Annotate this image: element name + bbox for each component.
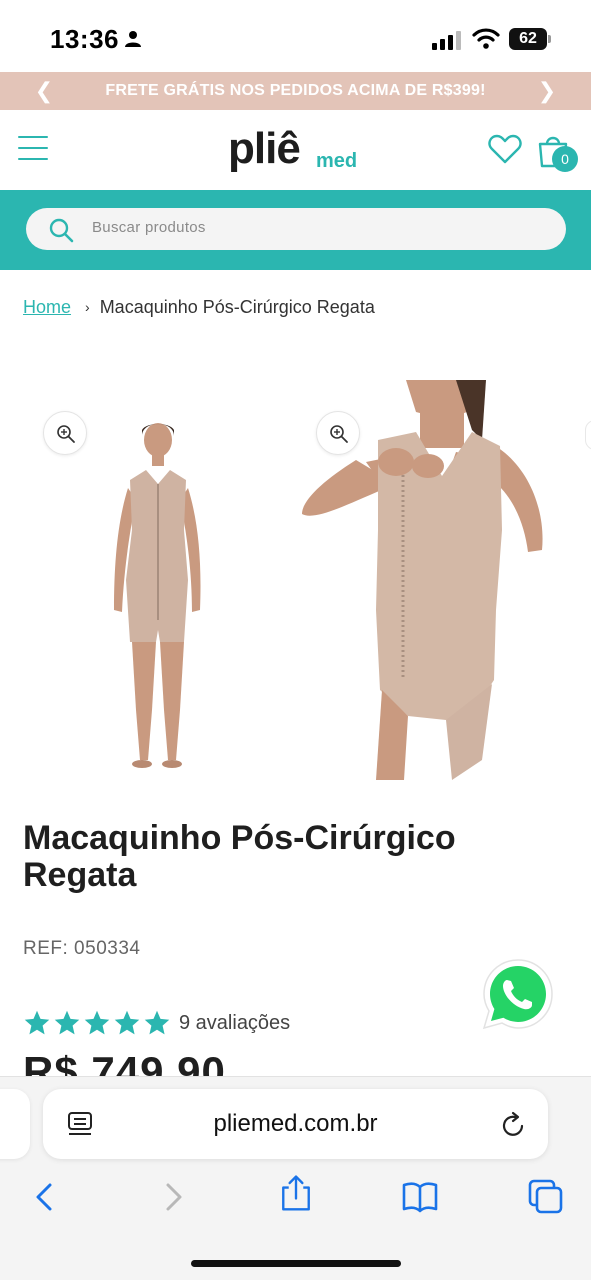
product-rating[interactable]: 9 avaliações — [23, 1008, 290, 1038]
chevron-left-icon[interactable]: ❮ — [32, 78, 56, 104]
breadcrumb-current: Macaquinho Pós-Cirúrgico Regata — [99, 296, 375, 317]
battery-icon: 62 — [509, 28, 551, 50]
whatsapp-icon[interactable] — [480, 956, 556, 1032]
promo-bar: ❮ FRETE GRÁTIS NOS PEDIDOS ACIMA DE R$39… — [0, 72, 591, 110]
star-icon — [84, 1010, 110, 1035]
menu-icon[interactable] — [18, 136, 48, 162]
url-text: pliemed.com.br — [213, 1110, 378, 1137]
signal-icon — [432, 31, 461, 50]
star-icon — [114, 1010, 140, 1035]
status-time: 13:36 — [50, 24, 119, 54]
product-gallery — [0, 380, 591, 800]
back-icon[interactable] — [26, 1177, 66, 1217]
search-input[interactable]: Buscar produtos — [26, 208, 566, 250]
breadcrumb-separator: › — [85, 299, 90, 315]
zoom-button[interactable] — [316, 411, 360, 455]
cart-count-badge[interactable]: 0 — [552, 146, 578, 172]
product-title: Macaquinho Pós-Cirúrgico Regata — [23, 819, 456, 894]
home-indicator[interactable] — [191, 1260, 401, 1267]
status-bar: 13:36 62 — [0, 0, 591, 72]
bookmarks-icon[interactable] — [400, 1177, 440, 1217]
logo-sub: med — [316, 150, 358, 172]
star-icon — [144, 1010, 170, 1035]
zoom-in-icon — [330, 425, 348, 443]
search-placeholder: Buscar produtos — [92, 219, 206, 236]
chevron-right-icon[interactable]: ❯ — [535, 78, 559, 104]
product-ref: REF: 050334 — [23, 938, 141, 959]
star-icon — [24, 1010, 50, 1035]
reviews-count[interactable]: 9 avaliações — [179, 1012, 290, 1035]
address-bar[interactable]: pliemed.com.br — [43, 1089, 548, 1159]
tabs-icon[interactable] — [526, 1177, 566, 1217]
logo-main: pliê — [228, 124, 301, 173]
person-icon — [125, 31, 141, 47]
forward-icon[interactable] — [152, 1177, 192, 1217]
browser-toolbar: pliemed.com.br — [0, 1076, 591, 1280]
zoom-in-icon — [57, 425, 75, 443]
breadcrumb-home-link[interactable]: Home — [23, 297, 71, 318]
site-header: pliê med — [0, 110, 591, 190]
star-icon — [54, 1010, 80, 1035]
logo[interactable]: pliê med — [228, 124, 368, 180]
promo-text: FRETE GRÁTIS NOS PEDIDOS ACIMA DE R$399! — [105, 82, 486, 99]
search-icon[interactable] — [48, 217, 74, 243]
previous-tab-peek[interactable] — [0, 1089, 30, 1159]
reload-icon[interactable] — [501, 1111, 527, 1139]
wifi-icon — [472, 28, 500, 49]
zoom-button[interactable] — [43, 411, 87, 455]
share-icon[interactable] — [276, 1173, 316, 1213]
search-band: Buscar produtos — [0, 190, 591, 270]
gallery-next-button[interactable] — [585, 420, 591, 450]
breadcrumb: Home › Macaquinho Pós-Cirúrgico Regata — [23, 294, 375, 320]
heart-icon[interactable] — [488, 134, 522, 164]
battery-level: 62 — [519, 30, 537, 47]
